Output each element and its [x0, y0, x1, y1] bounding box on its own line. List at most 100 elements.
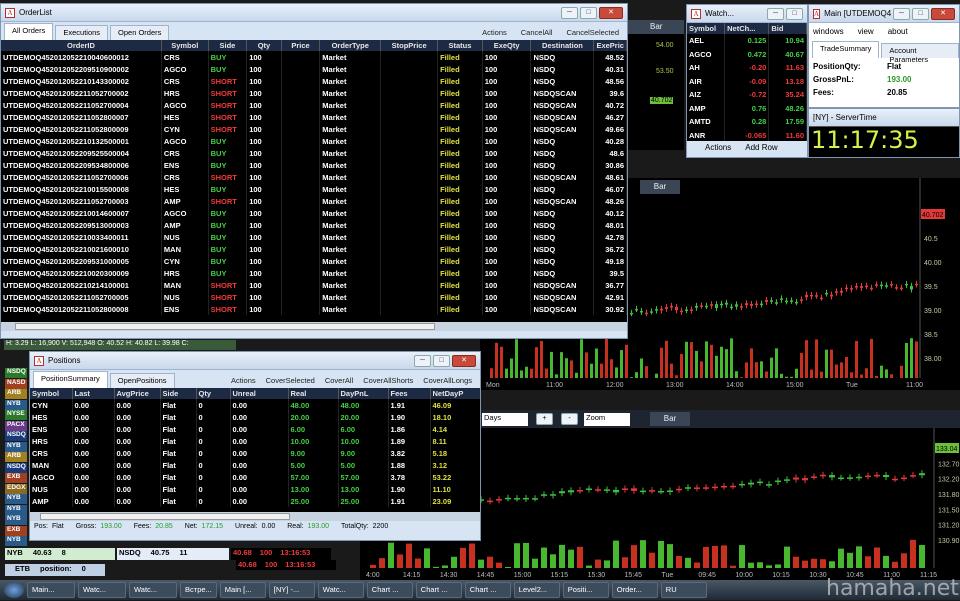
taskbar-item[interactable]: Watc... [78, 582, 126, 598]
watch-row[interactable]: AIZ-0.7235.24 [687, 88, 807, 102]
close-button[interactable]: ✕ [931, 8, 955, 20]
orders-col-header[interactable]: Destination [531, 40, 594, 51]
minimize-button[interactable]: ─ [893, 8, 910, 20]
cancel-all-button[interactable]: CancelAll [521, 28, 553, 37]
watch-row[interactable]: AIR-0.0913.18 [687, 75, 807, 89]
taskbar-item[interactable]: [NY] -... [269, 582, 315, 598]
positions-hscroll[interactable] [30, 512, 480, 521]
order-row[interactable]: UTDEMOQ452012052210214100001MANSHORT100M… [1, 279, 627, 291]
maximize-button[interactable]: □ [433, 355, 450, 367]
orders-col-header[interactable]: StopPrice [381, 40, 438, 51]
zoom-out-button[interactable]: - [561, 413, 578, 425]
chart2-bar-button[interactable]: Bar [650, 412, 690, 426]
orders-actions-menu[interactable]: Actions [482, 28, 507, 37]
positions-col-header[interactable]: Real [288, 388, 338, 399]
position-row[interactable]: CRS0.000.00Flat00.009.009.003.825.18 [30, 447, 480, 459]
order-row[interactable]: UTDEMOQ452012052210014600007AGCOBUY100Ma… [1, 207, 627, 219]
orders-col-header[interactable]: Qty [247, 40, 282, 51]
positions-col-header[interactable]: Side [160, 388, 196, 399]
taskbar-item[interactable]: Main [... [220, 582, 266, 598]
taskbar-item[interactable]: Chart ... [367, 582, 413, 598]
positions-col-header[interactable]: NetDayP [430, 388, 480, 399]
taskbar-item[interactable]: Level2... [514, 582, 560, 598]
order-row[interactable]: UTDEMOQ452012052211052800007HESSHORT100M… [1, 111, 627, 123]
start-button-icon[interactable] [4, 582, 24, 598]
minimize-button[interactable]: ─ [767, 8, 784, 20]
positions-col-header[interactable]: Qty [196, 388, 230, 399]
order-row[interactable]: UTDEMOQ452012052210015500008HESBUY100Mar… [1, 183, 627, 195]
menu-view[interactable]: view [858, 27, 874, 36]
position-row[interactable]: HRS0.000.00Flat00.0010.0010.001.898.11 [30, 435, 480, 447]
minimize-button[interactable]: ─ [561, 7, 578, 19]
zoom-in-button[interactable]: + [536, 413, 553, 425]
orders-hscroll[interactable] [1, 322, 627, 331]
cover-selected-button[interactable]: CoverSelected [266, 376, 315, 385]
order-row[interactable]: UTDEMOQ452012052211052700002HRSSHORT100M… [1, 87, 627, 99]
watch-add-row-button[interactable]: Add Row [745, 143, 777, 152]
tab-open-positions[interactable]: OpenPositions [110, 373, 175, 388]
order-row[interactable]: UTDEMOQ452012052209510900002AGCOBUY100Ma… [1, 63, 627, 75]
position-row[interactable]: HES0.000.00Flat00.0020.0020.001.9018.10 [30, 411, 480, 423]
tab-open-orders[interactable]: Open Orders [110, 25, 169, 40]
position-row[interactable]: ENS0.000.00Flat00.006.006.001.864.14 [30, 423, 480, 435]
orders-col-header[interactable]: ExePric [594, 40, 627, 51]
mini-chart-bar-btn[interactable]: Bar [628, 20, 684, 34]
taskbar-item[interactable]: Chart ... [465, 582, 511, 598]
orders-col-header[interactable]: ExeQty [482, 40, 531, 51]
order-row[interactable]: UTDEMOQ452012052209534800006ENSBUY100Mar… [1, 159, 627, 171]
position-row[interactable]: AGCO0.000.00Flat00.0057.0057.003.7853.22 [30, 471, 480, 483]
cover-all-longs-button[interactable]: CoverAllLongs [423, 376, 472, 385]
orders-col-header[interactable]: Symbol [161, 40, 208, 51]
taskbar-item[interactable]: RU [661, 582, 707, 598]
cover-all-shorts-button[interactable]: CoverAllShorts [363, 376, 413, 385]
order-row[interactable]: UTDEMOQ452012052211052700003AMPSHORT100M… [1, 195, 627, 207]
taskbar-item[interactable]: Chart ... [416, 582, 462, 598]
orders-col-header[interactable]: Side [208, 40, 247, 51]
tab-trade-summary[interactable]: TradeSummary [812, 41, 879, 58]
cover-all-button[interactable]: CoverAll [325, 376, 353, 385]
order-row[interactable]: UTDEMOQ452012052210040600012CRSBUY100Mar… [1, 51, 627, 63]
tab-executions[interactable]: Executions [55, 25, 108, 40]
tab-account-params[interactable]: Account Parameters [881, 43, 959, 58]
maximize-button[interactable]: □ [912, 8, 929, 20]
positions-col-header[interactable]: AvgPrice [114, 388, 160, 399]
taskbar-item[interactable]: Order... [612, 582, 658, 598]
watch-row[interactable]: ANR-0.06511.60 [687, 129, 807, 142]
taskbar-item[interactable]: Positi... [563, 582, 609, 598]
positions-col-header[interactable]: Unreal [230, 388, 288, 399]
maximize-button[interactable]: □ [580, 7, 597, 19]
watch-col-header[interactable]: NetCh... [725, 23, 769, 34]
order-row[interactable]: UTDEMOQ452012052209531000005CYNBUY100Mar… [1, 255, 627, 267]
positions-col-header[interactable]: Symbol [30, 388, 72, 399]
close-button[interactable]: ✕ [452, 355, 476, 367]
watch-actions-menu[interactable]: Actions [705, 143, 731, 152]
maximize-button[interactable]: □ [786, 8, 803, 20]
cancel-selected-button[interactable]: CancelSelected [566, 28, 619, 37]
position-row[interactable]: CYN0.000.00Flat00.0048.0048.001.9146.09 [30, 399, 480, 411]
orders-col-header[interactable]: Price [281, 40, 320, 51]
taskbar-item[interactable]: Watc... [129, 582, 177, 598]
menu-about[interactable]: about [888, 27, 908, 36]
watch-row[interactable]: AMTD0.2817.59 [687, 115, 807, 129]
watch-col-header[interactable]: Bid [769, 23, 807, 34]
period-select[interactable]: Days [482, 413, 528, 426]
taskbar-item[interactable]: Встре... [180, 582, 217, 598]
tab-position-summary[interactable]: PositionSummary [33, 371, 108, 388]
order-row[interactable]: UTDEMOQ452012052211052800008ENSSHORT100M… [1, 303, 627, 315]
zoom-select[interactable]: Zoom [584, 413, 630, 426]
order-row[interactable]: UTDEMOQ452012052210143300002CRSSHORT100M… [1, 75, 627, 87]
order-row[interactable]: UTDEMOQ452012052211052700005NUSSHORT100M… [1, 291, 627, 303]
order-row[interactable]: UTDEMOQ452012052210132500001AGCOBUY100Ma… [1, 135, 627, 147]
watch-row[interactable]: AH-0.2011.63 [687, 61, 807, 75]
order-row[interactable]: UTDEMOQ452012052210020300009HRSBUY100Mar… [1, 267, 627, 279]
order-row[interactable]: UTDEMOQ452012052210033400011NUSBUY100Mar… [1, 231, 627, 243]
order-row[interactable]: UTDEMOQ452012052211052700004AGCOSHORT100… [1, 99, 627, 111]
position-row[interactable]: AMP0.000.00Flat00.0025.0025.001.9123.09 [30, 495, 480, 507]
position-row[interactable]: MAN0.000.00Flat00.005.005.001.883.12 [30, 459, 480, 471]
positions-actions-menu[interactable]: Actions [231, 376, 256, 385]
orders-col-header[interactable]: Status [438, 40, 483, 51]
watch-row[interactable]: AMP0.7648.26 [687, 102, 807, 116]
tab-all-orders[interactable]: All Orders [4, 23, 53, 40]
order-row[interactable]: UTDEMOQ452012052209513000003AMPBUY100Mar… [1, 219, 627, 231]
order-row[interactable]: UTDEMOQ452012052210021600010MANBUY100Mar… [1, 243, 627, 255]
